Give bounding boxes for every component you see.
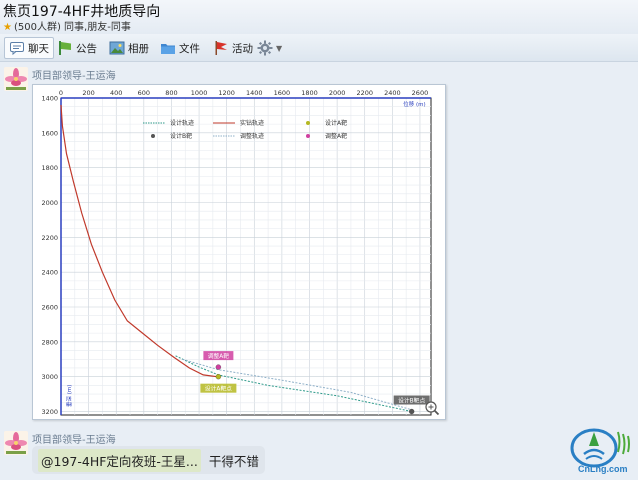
legend-marker	[151, 134, 155, 138]
chat-image-chart[interactable]: 0 200 400 600 800 1000 1200 1400 1600 1800 2000 220…	[32, 84, 446, 420]
star-icon: ★	[3, 22, 12, 33]
message-text: 干得不错	[208, 453, 259, 469]
tab-activity-label: 活动	[232, 42, 253, 55]
legend-label: 调整A靶	[325, 132, 347, 140]
y-tick-label: 2400	[41, 269, 58, 277]
tab-files[interactable]: 文件	[160, 37, 200, 59]
tab-chat[interactable]: 聊天	[4, 37, 54, 59]
flag-icon	[213, 40, 229, 56]
settings-menu-button[interactable]: ▼	[257, 37, 282, 59]
y-axis-label: 垂深 (m)	[65, 385, 73, 407]
target-label: 调整A靶	[208, 352, 230, 360]
y-tick-label: 2600	[41, 304, 58, 312]
legend-label: 实钻轨迹	[240, 119, 264, 127]
y-tick-label: 3000	[41, 373, 58, 381]
x-tick-label: 1600	[274, 89, 291, 97]
x-tick-label: 0	[59, 89, 63, 97]
target-marker	[215, 364, 222, 370]
message-bubble[interactable]: @197-4HF定向夜班-王星... 干得不错	[32, 446, 265, 474]
tab-announcement-label: 公告	[76, 42, 97, 55]
gear-icon	[257, 40, 273, 56]
watermark-text: CnLng.com	[578, 464, 628, 474]
chevron-down-icon: ▼	[276, 43, 283, 53]
x-tick-label: 400	[110, 89, 122, 97]
avatar[interactable]	[4, 67, 28, 91]
x-tick-label: 1200	[218, 89, 235, 97]
tab-activity[interactable]: 活动	[213, 37, 253, 59]
x-tick-label: 2200	[356, 89, 373, 97]
group-subtitle: ★ (500人群) 同事,朋友-同事	[3, 18, 131, 33]
avatar[interactable]	[4, 431, 28, 455]
x-tick-label: 200	[82, 89, 94, 97]
x-tick-label: 1000	[191, 89, 208, 97]
x-tick-label: 1800	[301, 89, 318, 97]
group-subtitle-text: (500人群) 同事,朋友-同事	[13, 22, 131, 33]
tab-chat-label: 聊天	[28, 42, 49, 55]
x-tick-label: 2400	[384, 89, 401, 97]
y-tick-label: 2200	[41, 234, 58, 242]
target-marker	[409, 408, 415, 415]
x-tick-label: 600	[138, 89, 150, 97]
legend-label: 设计A靶	[325, 119, 347, 127]
x-tick-label: 2600	[412, 89, 429, 97]
tab-announcement[interactable]: 公告	[57, 37, 97, 59]
folder-icon	[160, 40, 176, 56]
announcement-icon	[57, 40, 73, 56]
legend-label: 调整轨迹	[240, 132, 264, 140]
trajectory-chart: 0 200 400 600 800 1000 1200 1400 1600 1800 2000 220…	[41, 89, 440, 416]
album-icon	[109, 40, 125, 56]
watermark-logo: CnLng.com	[568, 424, 634, 478]
tab-album-label: 相册	[128, 42, 149, 55]
x-tick-label: 800	[165, 89, 177, 97]
y-tick-label: 1800	[41, 164, 58, 172]
target-marker	[215, 374, 222, 380]
legend-marker	[306, 121, 310, 125]
message-sender[interactable]: 项目部领导-王运海	[32, 67, 116, 82]
legend-label: 设计轨迹	[170, 119, 194, 127]
y-tick-label: 1400	[41, 95, 58, 103]
y-tick-label: 2800	[41, 338, 58, 346]
x-axis-label: 位移 (m)	[403, 100, 425, 108]
tab-album[interactable]: 相册	[109, 37, 149, 59]
y-tick-label: 3200	[41, 408, 58, 416]
magnifier-handle	[433, 409, 440, 416]
legend-marker	[306, 134, 310, 138]
mention-link[interactable]: @197-4HF定向夜班-王星...	[38, 448, 201, 472]
target-label: 设计B靶点	[398, 397, 425, 405]
window-titlebar: 焦页197-4HF井地质导向 ★ (500人群) 同事,朋友-同事	[0, 0, 638, 34]
target-label: 设计A靶点	[205, 385, 232, 393]
x-tick-label: 1400	[246, 89, 263, 97]
y-tick-label: 1600	[41, 129, 58, 137]
toolbar: 聊天 公告 相册 文件 活动 ▼	[0, 34, 638, 62]
chat-icon	[9, 40, 25, 56]
message-sender[interactable]: 项目部领导-王运海	[32, 431, 116, 446]
y-tick-label: 2000	[41, 199, 58, 207]
x-tick-label: 2000	[329, 89, 346, 97]
tab-files-label: 文件	[179, 42, 200, 55]
legend-label: 设计B靶	[170, 132, 192, 140]
